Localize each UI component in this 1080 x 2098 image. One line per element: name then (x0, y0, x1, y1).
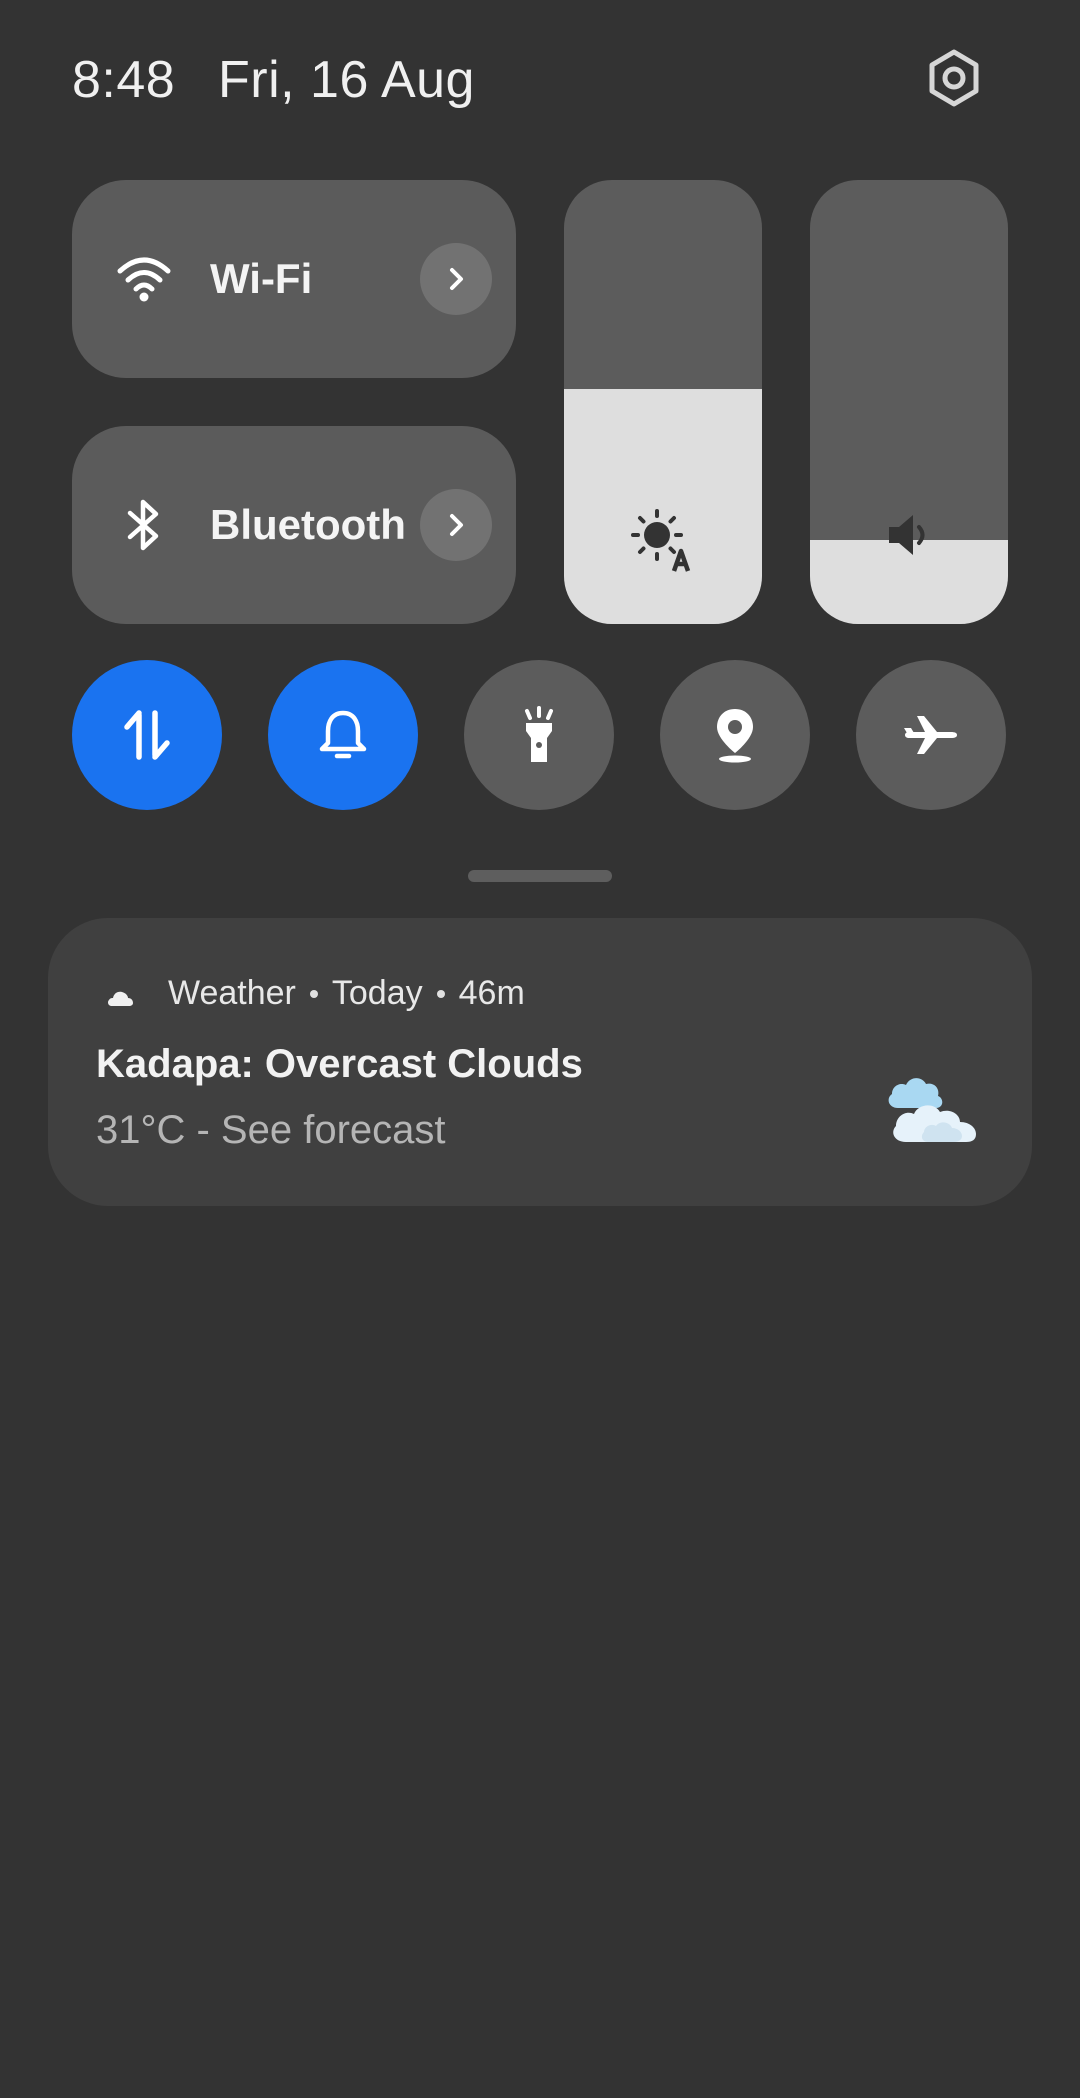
airplane-mode-toggle[interactable] (856, 660, 1006, 810)
volume-icon (874, 500, 944, 570)
notification-app-name: Weather (168, 974, 296, 1012)
location-pin-icon (717, 709, 753, 763)
airplane-icon (904, 716, 957, 754)
chevron-right-icon (450, 268, 463, 290)
settings-button[interactable] (918, 42, 990, 114)
location-toggle[interactable] (660, 660, 810, 810)
bell-icon (319, 710, 367, 759)
panel-drag-handle[interactable] (468, 870, 612, 882)
brightness-slider[interactable] (564, 180, 762, 624)
wifi-tile[interactable]: Wi-Fi (72, 180, 516, 378)
settings-gear-icon (929, 49, 979, 107)
wifi-icon (116, 251, 172, 307)
flashlight-toggle[interactable] (464, 660, 614, 810)
notification-subtitle: 31°C - See forecast (96, 1108, 446, 1152)
mobile-data-toggle[interactable] (72, 660, 222, 810)
clock-time: 8:48 (72, 51, 176, 109)
wifi-details-button[interactable] (420, 243, 492, 315)
notification-age: 46m (458, 974, 525, 1012)
auto-brightness-icon (628, 506, 698, 576)
data-arrows-icon (124, 710, 170, 760)
chevron-right-icon (450, 514, 463, 536)
wifi-label: Wi-Fi (210, 255, 313, 302)
bluetooth-label: Bluetooth (210, 501, 406, 548)
separator-dot (309, 989, 318, 998)
volume-slider[interactable] (810, 180, 1008, 624)
notification-when: Today (331, 974, 423, 1012)
bluetooth-icon (116, 497, 172, 553)
bluetooth-tile[interactable]: Bluetooth (72, 426, 516, 624)
notification-meta: Weather Today 46m (168, 974, 525, 1013)
sound-toggle[interactable] (268, 660, 418, 810)
separator-dot (436, 989, 445, 998)
flashlight-icon (525, 706, 553, 762)
cloud-app-icon (104, 982, 136, 1014)
notification-title: Kadapa: Overcast Clouds (96, 1042, 583, 1086)
overcast-clouds-icon (888, 1078, 976, 1142)
bluetooth-details-button[interactable] (420, 489, 492, 561)
date-label: Fri, 16 Aug (218, 51, 475, 109)
weather-notification[interactable]: Weather Today 46m Kadapa: Overcast Cloud… (48, 918, 1032, 1206)
